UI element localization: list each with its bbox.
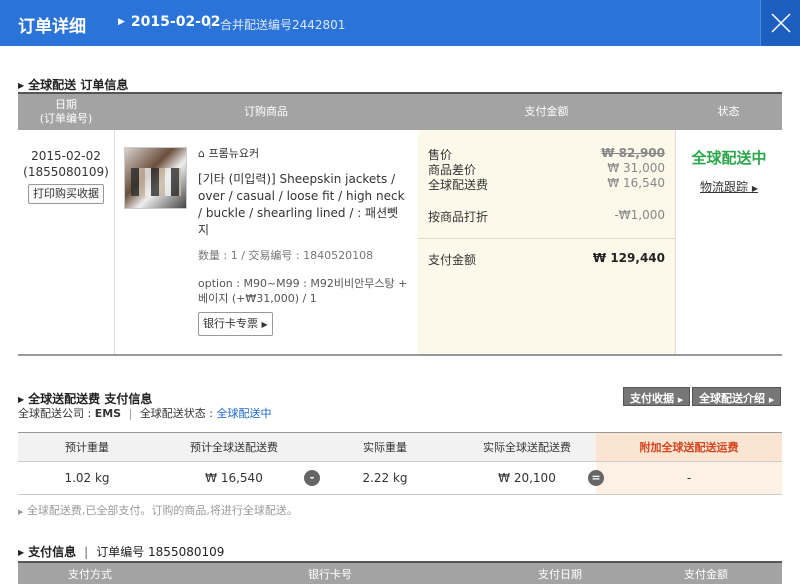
close-icon [771,13,791,33]
est-fee: ₩ 16,540 [205,471,263,485]
minus-icon: - [304,470,320,486]
order-row: 2015-02-02 (1855080109) 打印购买收据 ⌂ 프롬뉴요커 [… [18,130,782,356]
merge-number: 合并配送编号2442801 [220,18,346,32]
arrow-right-icon: ▶ [18,81,25,90]
card-receipt-button[interactable]: 银行卡专票 ▶ [198,312,273,336]
payment-order-number: 订单编号 1855080109 [96,545,225,559]
close-button[interactable] [760,0,800,46]
home-icon: ⌂ [198,147,205,160]
col-status: 状态 [717,105,740,118]
arrow-right-icon: ▶ [751,184,758,193]
extra-fee: - [596,462,782,494]
shipping-intro-button[interactable]: 全球配送介绍 ▶ [692,387,782,406]
divider: | [208,16,212,29]
arrow-right-icon: ▶ [261,320,268,329]
col-date: 日期 (订单编号) [39,98,93,125]
th-pay-method: 支付方式 [68,568,112,581]
shipping-table: 预计重量 预计全球送配送费 实际重量 实际全球送配送费 附加全球送配送运费 1.… [18,432,782,495]
shipping-status: 全球配送中 [216,407,272,420]
th-act-weight: 实际重量 [312,433,458,461]
track-link[interactable]: 物流跟踪 ▶ [676,178,782,195]
act-fee: ₩ 20,100 [498,471,556,485]
shop-name[interactable]: ⌂ 프롬뉴요커 [198,145,408,162]
th-extra-fee: 附加全球送配送运费 [596,433,782,461]
status-cell: 全球配送中 物流跟踪 ▶ [676,130,782,195]
divider [418,238,675,239]
act-weight: 2.22 kg [362,471,408,485]
th-est-fee: 预计全球送配送费 [156,433,312,461]
header-bar: 订单详细 ▶ 2015-02-02 | 合并配送编号2442801 [0,0,800,46]
header-date: ▶ 2015-02-02 [118,14,221,30]
shipping-company: EMS [94,407,122,420]
payment-row: 全球配送费 ₩ 16,540 [428,176,665,192]
product-thumbnail[interactable] [124,147,187,209]
est-weight: 1.02 kg [64,471,110,485]
payment-row: 按商品打折 -₩1,000 [428,208,665,224]
th-pay-date: 支付日期 [538,568,582,581]
order-table-header: 日期 (订单编号) 订购商品 支付金额 状态 [18,92,782,130]
th-pay-amount: 支付金额 [684,568,728,581]
equals-icon: = [588,470,604,486]
payment-cell: 售价 ₩ 82,900 商品差价 ₩ 31,000 全球配送费 ₩ 16,540 按商… [418,130,675,354]
order-date-cell: 2015-02-02 (1855080109) 打印购买收据 [18,148,114,204]
shipping-note: ▶ 全球配送费,已全部支付。订购的商品,将进行全球配送。 [18,504,298,517]
order-table: 日期 (订单编号) 订购商品 支付金额 状态 2015-02-02 (18550… [18,92,782,356]
arrow-right-icon: ▶ [18,508,24,516]
col-product: 订购商品 [244,105,288,118]
order-date: 2015-02-02 [31,149,101,163]
th-est-weight: 预计重量 [18,433,156,461]
page-title: 订单详细 [18,17,86,37]
product-name[interactable]: [기타 (미입력)] Sheepskin jackets / over / ca… [198,171,408,239]
status-badge: 全球配送中 [691,149,767,167]
option-line: option : M90~M99 : M92비비안무스탕 + 베이지 (+₩31… [198,277,408,305]
print-receipt-button[interactable]: 打印购买收据 [28,184,104,204]
quantity-line: 数量 : 1 / 交易编号 : 1840520108 [198,249,374,262]
col-payment: 支付金额 [524,105,569,118]
arrow-right-icon: ▶ [18,395,25,404]
payment-section-title: ▶ 支付信息 | 订单编号 1855080109 [18,545,225,559]
th-act-fee: 实际全球送配送费 [458,433,596,461]
payment-table-header: 支付方式 银行卡号 支付日期 支付金额 [18,561,782,584]
payment-receipt-button[interactable]: 支付收据 ▶ [623,387,691,406]
arrow-right-icon: ▶ [18,548,25,557]
arrow-right-icon: ▶ [118,17,125,27]
paid-row: 支付金额 ₩ 129,440 [428,251,665,267]
order-number: (1855080109) [23,165,109,179]
order-section-title: ▶ 全球配送 订单信息 [18,78,129,92]
th-card-no: 银行卡号 [308,568,352,581]
shipping-info: 全球配送公司 : EMS | 全球配送状态 : 全球配送中 [18,407,272,420]
product-info: ⌂ 프롬뉴요커 [기타 (미입력)] Sheepskin jackets / o… [198,145,408,336]
